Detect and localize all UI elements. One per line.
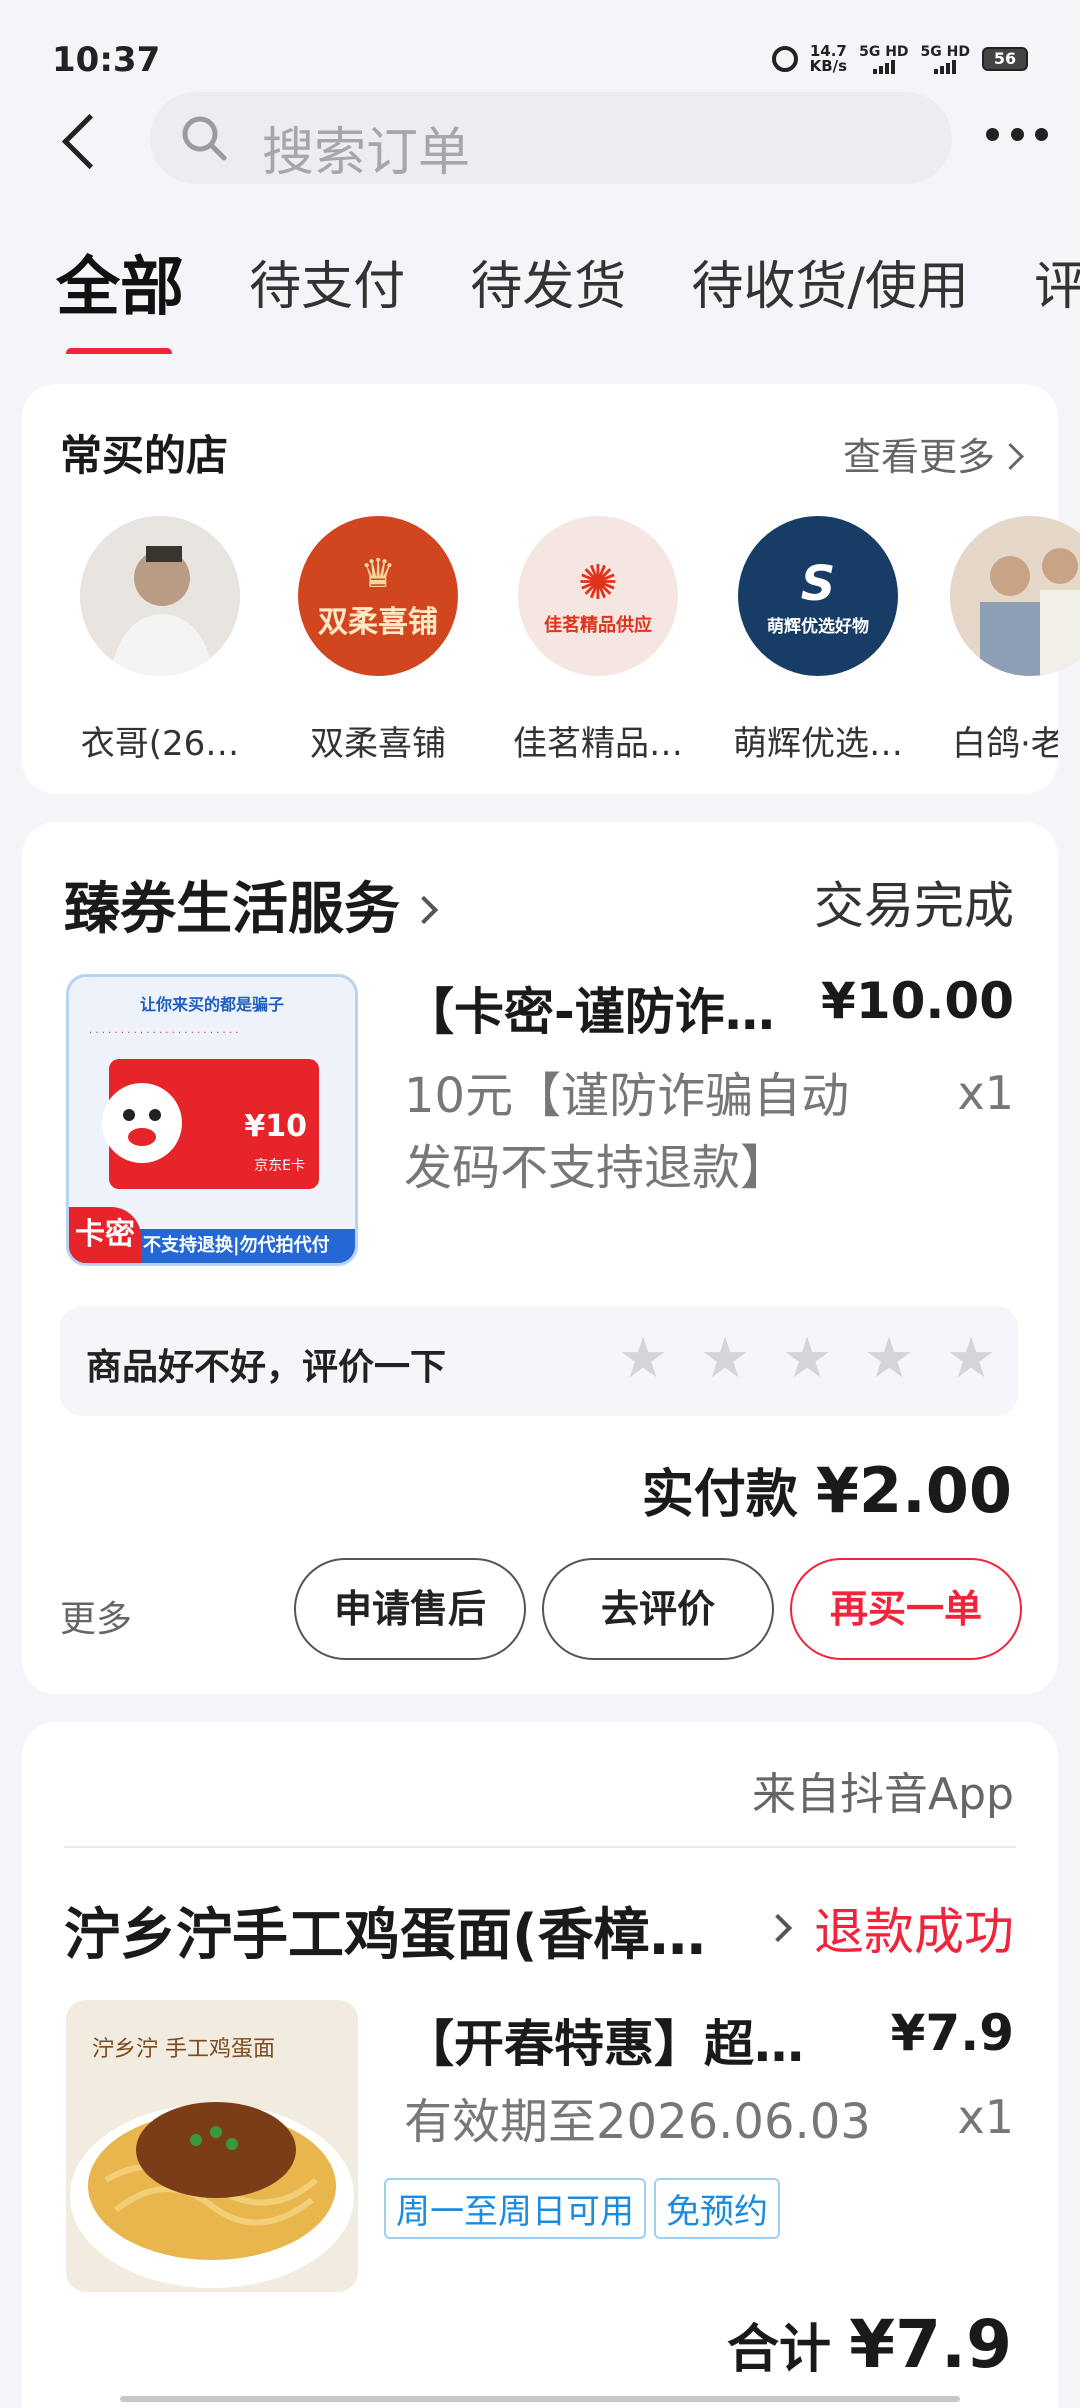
store-name-link[interactable]: 臻券生活服务 — [64, 864, 439, 945]
shop-logo-text: 佳茗精品供应 — [544, 615, 652, 636]
tab-pending-receipt[interactable]: 待收货/使用 — [691, 244, 969, 319]
back-button[interactable] — [58, 108, 104, 168]
signal-2-icon: 5G HD — [921, 44, 970, 74]
shop-name: 白鸽·老 — [952, 724, 1058, 764]
shop-item[interactable]: ✺ 佳茗精品供应 佳茗精品… — [488, 516, 708, 765]
order-card: 来自抖音App 泞乡泞手工鸡蛋面(香樟… 退款成功 泞乡泞 手工鸡蛋面 【开春特… — [22, 1722, 1058, 2408]
total-value: ¥7.9 — [849, 2306, 1012, 2383]
more-actions-link[interactable]: 更多 — [60, 1590, 132, 1642]
tag-availability: 周一至周日可用 — [384, 2178, 646, 2239]
product-quantity: x1 — [957, 1066, 1015, 1120]
shop-logo-text: 萌辉优选好物 — [767, 616, 869, 637]
signal-1-label: 5G HD — [859, 44, 909, 60]
shop-avatar — [950, 516, 1080, 676]
shop-item[interactable]: 白鸽·老 — [922, 516, 1080, 765]
shop-name: 双柔喜铺 — [310, 724, 446, 764]
chevron-right-icon — [409, 895, 439, 925]
star-icon[interactable]: ★ — [946, 1331, 996, 1387]
product-title[interactable]: 【卡密-谨防诈… — [404, 972, 775, 1044]
signal-1-icon: 5G HD — [859, 44, 909, 74]
product-title[interactable]: 【开春特惠】超… — [404, 2004, 804, 2076]
thumb-top-text: 让你来买的都是骗子 — [139, 995, 284, 1014]
search-bar[interactable]: 搜索订单 — [150, 92, 952, 184]
order-source: 来自抖音App — [752, 1769, 1014, 1820]
product-description: 10元【谨防诈骗自动发码不支持退款】 — [404, 1068, 850, 1196]
rating-label: 商品好不好，评价一下 — [86, 1347, 447, 1388]
shop-avatar: ✺ 佳茗精品供应 — [518, 516, 678, 676]
store-name-link[interactable]: 泞乡泞手工鸡蛋面(香樟… — [64, 1890, 774, 1971]
shop-name: 萌辉优选… — [733, 724, 903, 764]
tab-review[interactable]: 评 — [1034, 244, 1080, 319]
product-thumbnail[interactable]: 让你来买的都是骗子 · · · · · · · · · · · · · · · … — [66, 974, 358, 1266]
star-icon[interactable]: ★ — [618, 1331, 668, 1387]
paid-value: ¥2.00 — [815, 1454, 1012, 1527]
product-thumbnail[interactable]: 泞乡泞 手工鸡蛋面 — [66, 2000, 358, 2292]
product-quantity: x1 — [957, 2090, 1015, 2144]
shop-avatar — [80, 516, 240, 676]
frequent-shops-card: 常买的店 查看更多 衣哥(26… ♛ 双柔喜铺 双柔喜铺 ✺ 佳茗精品供应 佳茗… — [22, 384, 1080, 794]
more-menu-icon[interactable] — [986, 128, 1048, 144]
gift-card-image: ¥10 京东E卡 — [102, 1059, 319, 1189]
rating-prompt: 商品好不好，评价一下 ★ ★ ★ ★ ★ — [60, 1306, 1018, 1416]
shop-item[interactable]: ♛ 双柔喜铺 双柔喜铺 — [268, 516, 488, 765]
view-more-link[interactable]: 查看更多 — [843, 426, 1020, 481]
shop-name: 衣哥(26… — [80, 724, 240, 764]
tab-pending-payment[interactable]: 待支付 — [249, 244, 405, 319]
paid-label: 实付款 — [641, 1465, 798, 1525]
signal-2-label: 5G HD — [920, 44, 970, 60]
svg-text:泞乡泞 手工鸡蛋面: 泞乡泞 手工鸡蛋面 — [92, 2037, 275, 2062]
gift-card-label: 京东E卡 — [254, 1158, 305, 1174]
order-status: 交易完成 — [814, 877, 1014, 935]
gift-card-value: ¥10 — [244, 1109, 307, 1144]
validity-text: 有效期至2026.06.03 — [404, 2094, 871, 2150]
battery-icon: 56 — [982, 47, 1028, 71]
request-after-sales-button[interactable]: 申请售后 — [294, 1558, 526, 1660]
search-input[interactable]: 搜索订单 — [262, 110, 470, 185]
product-price: ¥10.00 — [821, 972, 1014, 1030]
order-card: 臻券生活服务 交易完成 让你来买的都是骗子 · · · · · · · · · … — [22, 822, 1058, 1694]
write-review-button[interactable]: 去评价 — [542, 1558, 774, 1660]
product-tags: 周一至周日可用 免预约 — [384, 2178, 788, 2239]
order-status: 退款成功 — [814, 1903, 1014, 1961]
star-icon[interactable]: ★ — [782, 1331, 832, 1387]
tab-all[interactable]: 全部 — [56, 244, 184, 354]
status-time: 10:37 — [52, 40, 161, 80]
status-icons: 14.7 KB/s 5G HD 5G HD 56 — [771, 44, 1028, 74]
shop-logo-text: 双柔喜铺 — [318, 605, 438, 640]
star-icon[interactable]: ★ — [700, 1331, 750, 1387]
paid-amount: 实付款 ¥2.00 — [642, 1452, 1012, 1527]
rating-stars: ★ ★ ★ ★ ★ — [618, 1331, 996, 1387]
store-name: 臻券生活服务 — [64, 877, 400, 942]
total-label: 合计 — [727, 2320, 832, 2380]
divider — [64, 1846, 1016, 1848]
product-price: ¥7.9 — [890, 2004, 1014, 2062]
shop-item[interactable]: 衣哥(26… — [50, 516, 270, 765]
network-speed: 14.7 KB/s — [810, 44, 847, 74]
card-secret-badge: 卡密 — [69, 1207, 141, 1263]
order-tabs: 全部 待支付 待发货 待收货/使用 评 — [56, 244, 1080, 354]
order-total: 合计 ¥7.9 — [727, 2306, 1012, 2383]
buy-again-button[interactable]: 再买一单 — [790, 1558, 1022, 1660]
shop-name: 佳茗精品… — [513, 724, 683, 764]
star-icon[interactable]: ★ — [864, 1331, 914, 1387]
search-icon — [182, 116, 227, 161]
status-bar: 10:37 14.7 KB/s 5G HD 5G HD 56 — [0, 0, 1080, 92]
alarm-icon — [771, 46, 798, 72]
frequent-shops-title: 常买的店 — [60, 431, 229, 480]
network-speed-unit: KB/s — [809, 57, 848, 75]
shop-item[interactable]: S 萌辉优选好物 萌辉优选… — [708, 516, 928, 765]
tab-pending-shipment[interactable]: 待发货 — [470, 244, 626, 319]
store-name: 泞乡泞手工鸡蛋面(香樟… — [64, 1903, 706, 1968]
tag-no-reservation: 免预约 — [654, 2178, 780, 2239]
shop-avatar: ♛ 双柔喜铺 — [298, 516, 458, 676]
home-indicator[interactable] — [120, 2396, 960, 2402]
shop-avatar: S 萌辉优选好物 — [738, 516, 898, 676]
